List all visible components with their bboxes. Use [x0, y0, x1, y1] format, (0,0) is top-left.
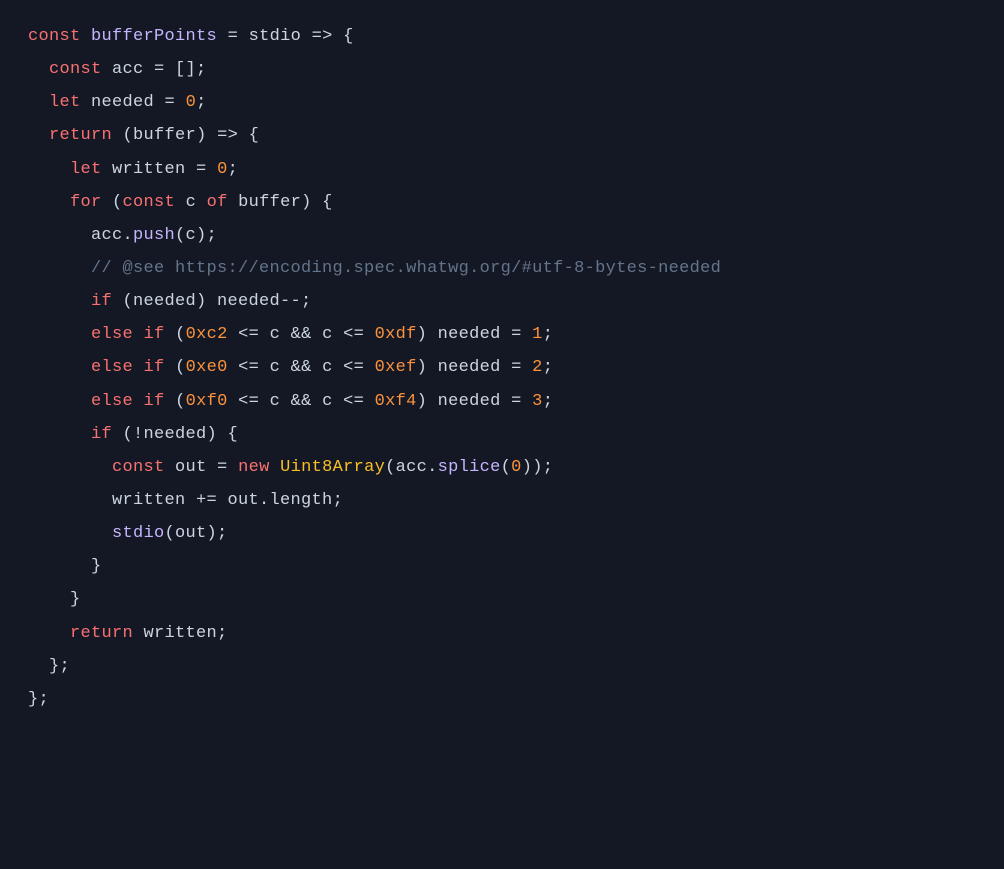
code-line: } — [28, 590, 81, 609]
code-line: // @see https://encoding.spec.whatwg.org… — [28, 259, 721, 278]
code-line: for (const c of buffer) { — [28, 193, 333, 212]
code-line: if (needed) needed--; — [28, 292, 312, 311]
code-line: else if (0xc2 <= c && c <= 0xdf) needed … — [28, 325, 553, 344]
code-line: if (!needed) { — [28, 425, 238, 444]
comment: // @see https://encoding.spec.whatwg.org… — [91, 259, 721, 278]
code-line: acc.push(c); — [28, 226, 217, 245]
code-line: written += out.length; — [28, 491, 343, 510]
code-line: let needed = 0; — [28, 93, 207, 112]
code-line: }; — [28, 690, 49, 709]
code-line: stdio(out); — [28, 524, 228, 543]
code-line: else if (0xe0 <= c && c <= 0xef) needed … — [28, 358, 553, 377]
code-line: let written = 0; — [28, 160, 238, 179]
code-line: } — [28, 557, 102, 576]
code-line: const out = new Uint8Array(acc.splice(0)… — [28, 458, 553, 477]
code-line: const bufferPoints = stdio => { — [28, 27, 354, 46]
code-block: const bufferPoints = stdio => { const ac… — [28, 20, 976, 716]
code-line: return (buffer) => { — [28, 126, 259, 145]
code-line: }; — [28, 657, 70, 676]
code-line: return written; — [28, 624, 228, 643]
code-line: else if (0xf0 <= c && c <= 0xf4) needed … — [28, 392, 553, 411]
code-line: const acc = []; — [28, 60, 207, 79]
